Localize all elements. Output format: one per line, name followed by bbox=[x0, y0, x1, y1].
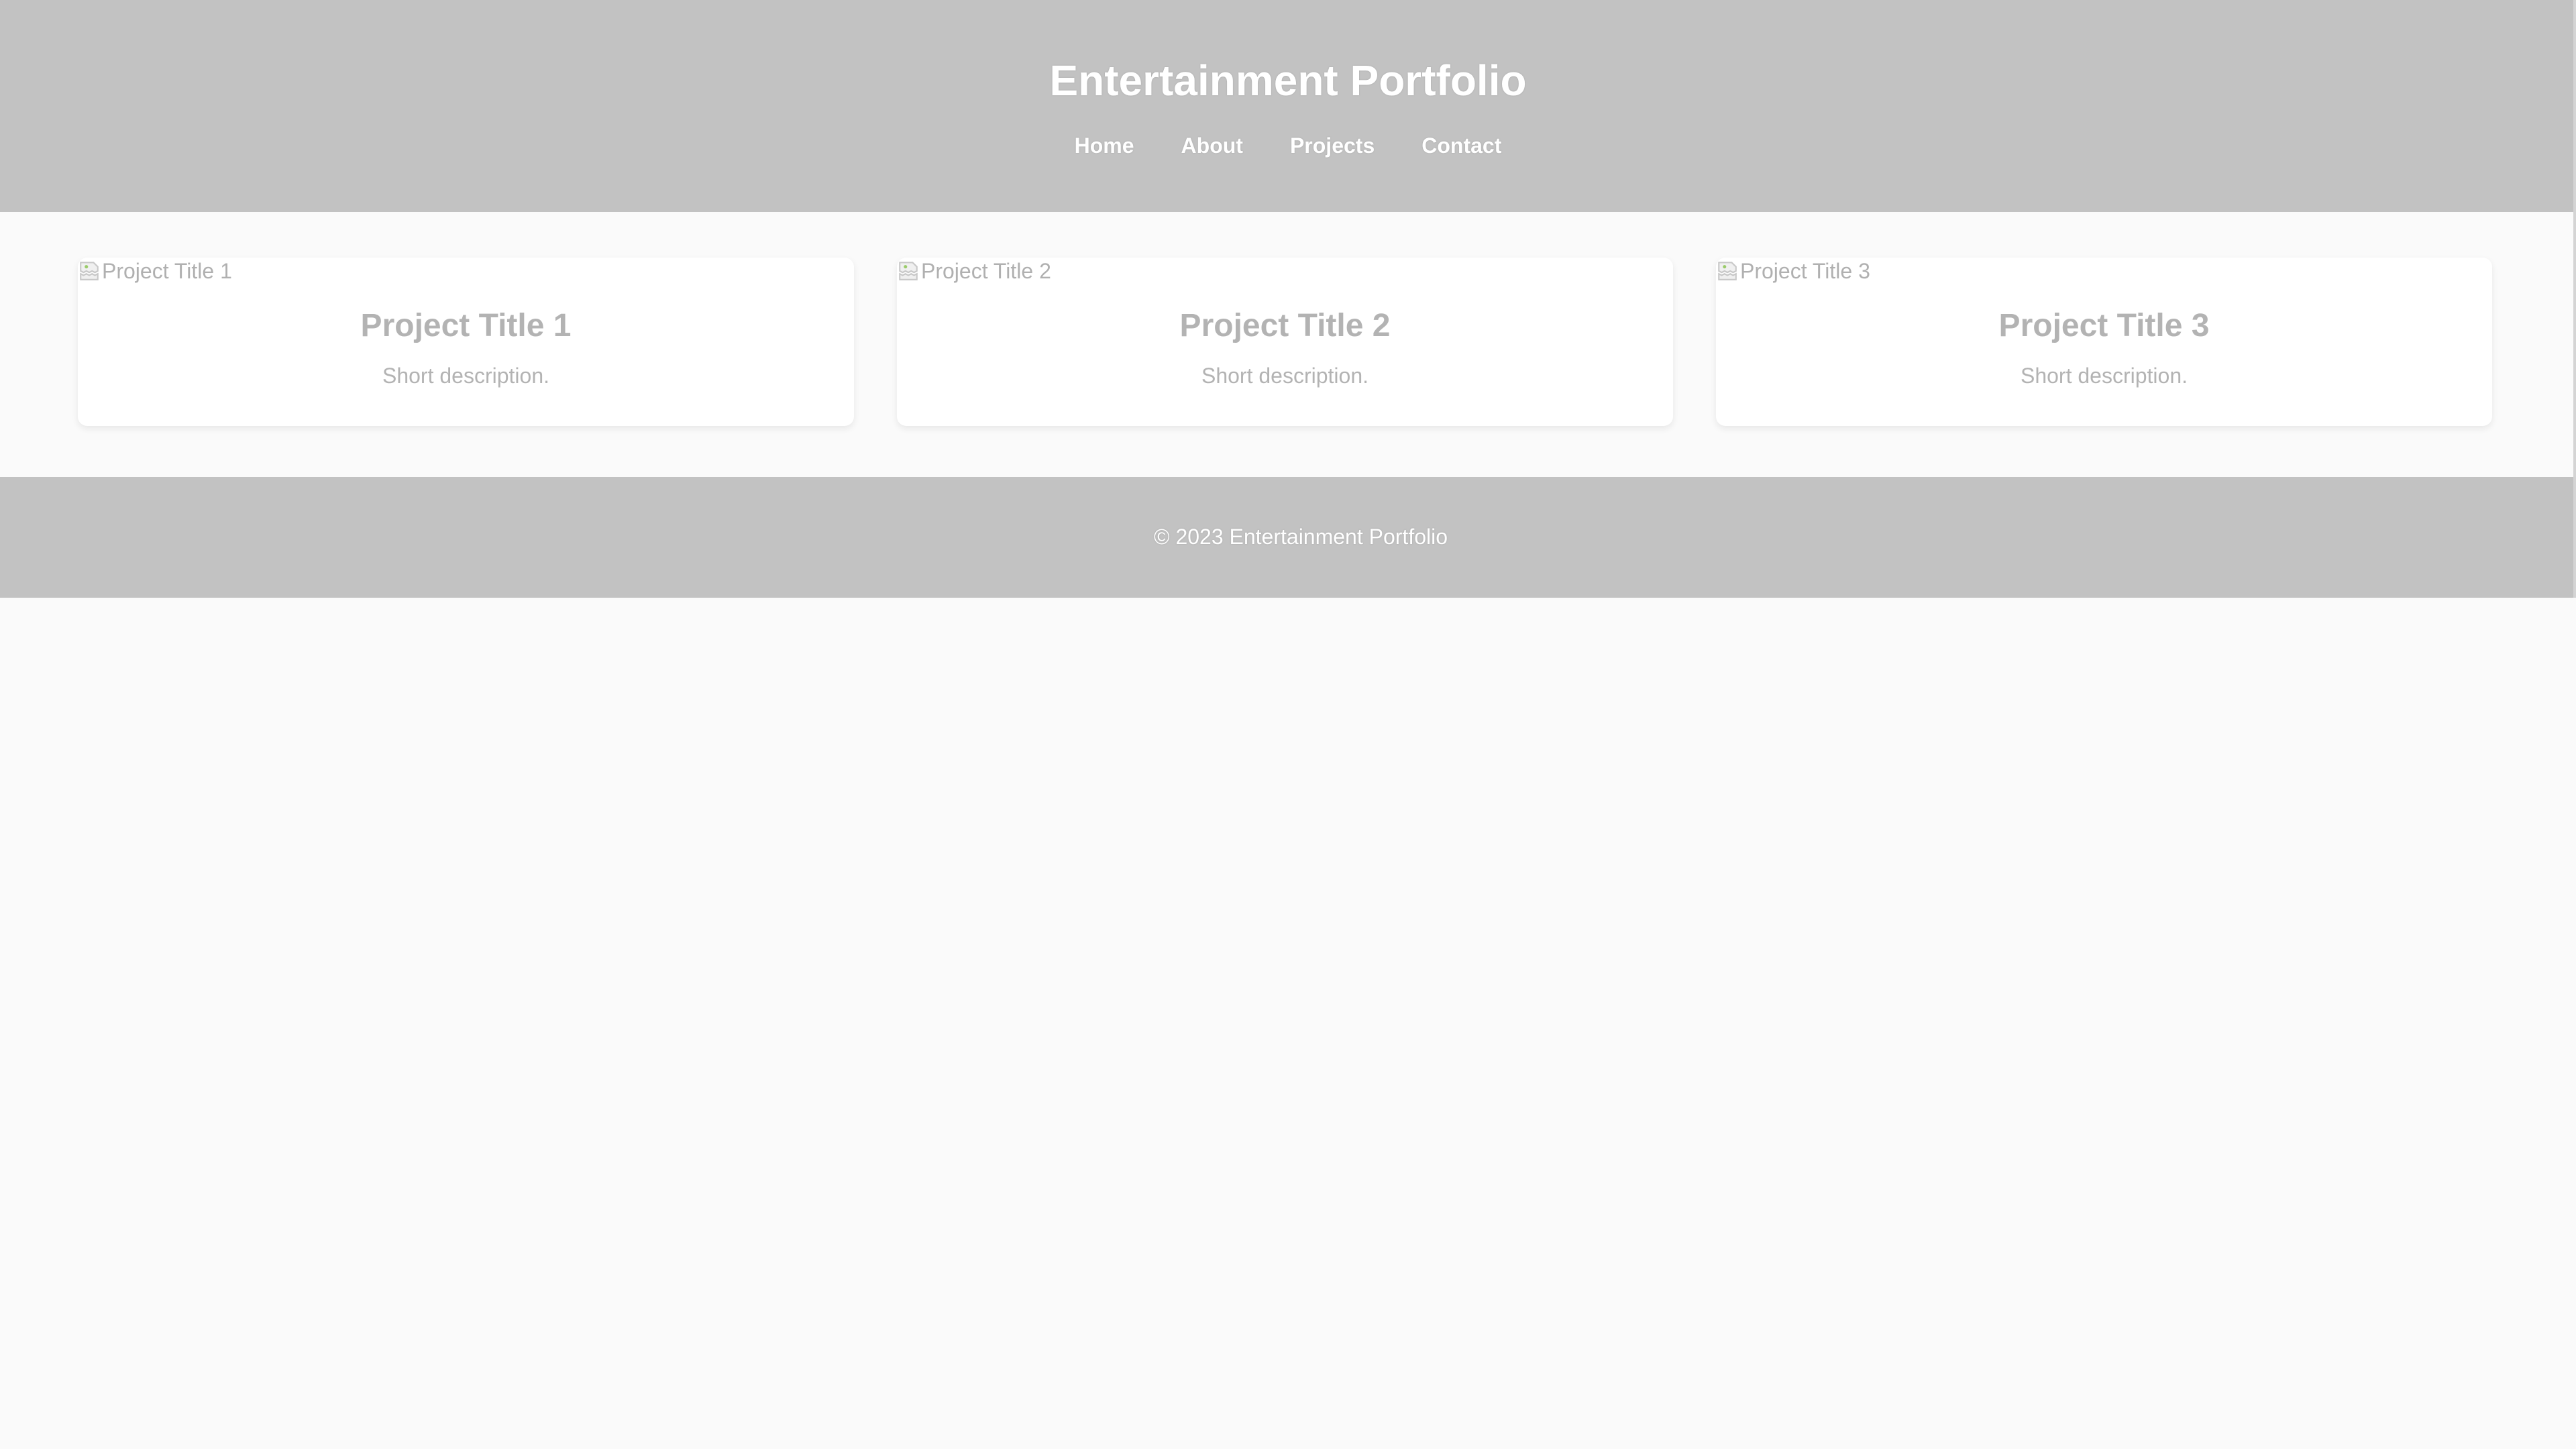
project-description-3: Short description. bbox=[2020, 364, 2188, 388]
project-card-1[interactable]: Project Title 1 Project Title 1 Short de… bbox=[78, 258, 854, 426]
footer-copyright: © 2023 Entertainment Portfolio bbox=[1153, 525, 1448, 549]
project-card-2[interactable]: Project Title 2 Project Title 2 Short de… bbox=[897, 258, 1673, 426]
project-image-alt-1: Project Title 1 bbox=[102, 259, 232, 283]
project-image-1: Project Title 1 bbox=[78, 258, 232, 284]
project-title-2: Project Title 2 bbox=[1179, 308, 1391, 343]
site-footer: © 2023 Entertainment Portfolio bbox=[0, 477, 2576, 598]
project-image-alt-3: Project Title 3 bbox=[1740, 259, 1870, 283]
nav-link-contact[interactable]: Contact bbox=[1421, 131, 1501, 160]
nav-link-about[interactable]: About bbox=[1181, 131, 1243, 160]
page-title: Entertainment Portfolio bbox=[1049, 56, 1527, 105]
broken-image-icon bbox=[80, 262, 99, 280]
nav-link-home[interactable]: Home bbox=[1075, 131, 1134, 160]
project-title-1: Project Title 1 bbox=[360, 308, 572, 343]
nav-link-projects[interactable]: Projects bbox=[1290, 131, 1375, 160]
scrollbar[interactable] bbox=[2573, 0, 2576, 598]
project-description-1: Short description. bbox=[382, 364, 549, 388]
site-header: Entertainment Portfolio Home About Proje… bbox=[0, 0, 2576, 212]
project-title-3: Project Title 3 bbox=[1998, 308, 2210, 343]
project-image-alt-2: Project Title 2 bbox=[921, 259, 1051, 283]
project-description-2: Short description. bbox=[1201, 364, 1368, 388]
project-image-3: Project Title 3 bbox=[1716, 258, 1870, 284]
main-nav: Home About Projects Contact bbox=[0, 131, 2576, 160]
broken-image-icon bbox=[899, 262, 918, 280]
project-image-2: Project Title 2 bbox=[897, 258, 1051, 284]
broken-image-icon bbox=[1718, 262, 1737, 280]
project-card-3[interactable]: Project Title 3 Project Title 3 Short de… bbox=[1716, 258, 2492, 426]
projects-grid: Project Title 1 Project Title 1 Short de… bbox=[78, 258, 2493, 426]
